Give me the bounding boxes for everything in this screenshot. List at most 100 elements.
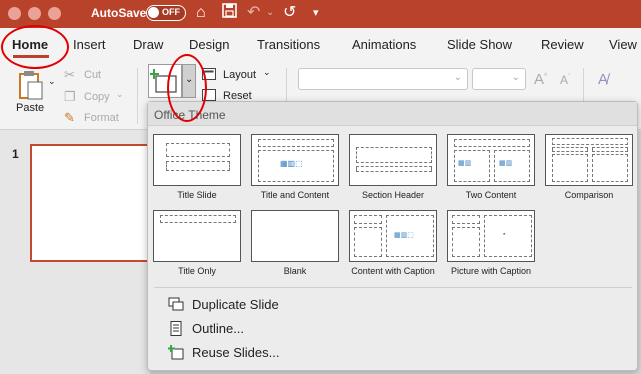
format-painter-button[interactable]: ✎ Format xyxy=(64,110,130,126)
copy-icon: ❐ xyxy=(64,89,76,104)
layout-caption: Title Only xyxy=(178,266,216,276)
close-window-button[interactable] xyxy=(8,7,21,20)
cut-button[interactable]: ✂ Cut xyxy=(64,67,124,83)
text-placeholder xyxy=(354,227,382,257)
font-size-dropdown[interactable]: ⌄ xyxy=(472,68,526,90)
ribbon-tabs: Home Insert Draw Design Transitions Anim… xyxy=(0,28,641,60)
chevron-down-icon: ⌄ xyxy=(263,67,271,77)
layout-comparison[interactable] xyxy=(545,134,633,186)
paste-icon xyxy=(19,71,43,100)
menu-item-label: Outline... xyxy=(192,321,245,336)
slide-number: 1 xyxy=(12,147,19,161)
increase-font-size-icon[interactable]: A^ xyxy=(534,71,547,88)
paintbrush-icon: ✎ xyxy=(64,110,75,125)
font-name-dropdown[interactable]: ⌄ xyxy=(298,68,468,90)
annotation-circle-home-tab xyxy=(1,25,69,69)
content-icons: ▦▥⬚ xyxy=(394,232,414,239)
layout-blank[interactable] xyxy=(251,210,339,262)
zoom-window-button[interactable] xyxy=(48,7,61,20)
title-placeholder xyxy=(166,143,230,157)
save-icon[interactable] xyxy=(222,3,237,24)
layout-title-and-content[interactable]: ▦▥⬚ xyxy=(251,134,339,186)
layout-title-only[interactable] xyxy=(153,210,241,262)
gallery-divider xyxy=(154,287,632,288)
copy-button[interactable]: ❐ Copy ⌄ xyxy=(64,89,130,105)
undo-icon[interactable]: ↶ xyxy=(247,3,260,23)
picture-icon: ▪ xyxy=(503,231,506,238)
layout-caption: Section Header xyxy=(361,190,425,200)
title-placeholder xyxy=(258,139,334,147)
customize-toolbar-icon[interactable]: ▾ xyxy=(313,3,319,23)
layout-caption: Two Content xyxy=(465,190,517,200)
heading-placeholder-left xyxy=(552,147,588,152)
scissors-icon: ✂ xyxy=(64,67,75,82)
menu-item-label: Duplicate Slide xyxy=(192,297,279,312)
autosave-toggle[interactable]: OFF xyxy=(146,5,186,21)
title-placeholder xyxy=(354,215,382,224)
layout-content-with-caption[interactable]: ▦▥⬚ xyxy=(349,210,437,262)
chevron-down-icon: ⌄ xyxy=(116,89,124,99)
subtitle-placeholder xyxy=(166,161,230,171)
clear-formatting-icon[interactable]: A̸ xyxy=(598,71,608,88)
chevron-down-icon: ⌄ xyxy=(511,72,520,83)
new-slide-gallery: Office Theme Title Slide ▦▥⬚ Title and C… xyxy=(147,101,638,371)
menu-item-label: Reuse Slides... xyxy=(192,345,280,360)
title-placeholder xyxy=(552,138,628,145)
home-icon[interactable]: ⌂ xyxy=(196,3,206,23)
content-icons: ▦▥⬚ xyxy=(280,159,303,168)
title-placeholder xyxy=(454,139,530,147)
title-placeholder xyxy=(356,147,432,163)
duplicate-slide-icon xyxy=(168,297,184,311)
cut-label: Cut xyxy=(84,69,102,81)
decrease-font-size-icon[interactable]: Aˇ xyxy=(560,73,570,87)
tab-slide-show[interactable]: Slide Show xyxy=(447,37,512,52)
reuse-slides-icon xyxy=(168,345,184,360)
layout-caption: Content with Caption xyxy=(351,266,435,276)
layout-two-content[interactable]: ▦▥ ▦▥ xyxy=(447,134,535,186)
tab-review[interactable]: Review xyxy=(541,37,584,52)
tab-insert[interactable]: Insert xyxy=(73,37,106,52)
toggle-state: OFF xyxy=(162,7,180,17)
minimize-window-button[interactable] xyxy=(28,7,41,20)
content-icons: ▦▥ xyxy=(499,160,513,167)
layout-button[interactable]: Layout ⌄ xyxy=(202,67,274,83)
tab-draw[interactable]: Draw xyxy=(133,37,163,52)
tab-transitions[interactable]: Transitions xyxy=(257,37,320,52)
layout-section-header[interactable] xyxy=(349,134,437,186)
toggle-knob xyxy=(148,7,159,18)
chevron-down-icon: ⌄ xyxy=(453,72,462,83)
ribbon-divider xyxy=(137,68,138,124)
copy-label: Copy xyxy=(84,91,110,103)
paste-options-chevron-icon[interactable]: ⌄ xyxy=(48,76,56,87)
content-icons: ▦▥ xyxy=(458,160,472,167)
layout-title-slide[interactable] xyxy=(153,134,241,186)
content-placeholder-right xyxy=(592,154,628,182)
chevron-down-icon[interactable]: ⌄ xyxy=(266,3,274,23)
layout-caption: Title Slide xyxy=(177,190,217,200)
autosave-label: AutoSave xyxy=(91,6,147,20)
text-placeholder xyxy=(356,166,432,172)
tab-animations[interactable]: Animations xyxy=(352,37,416,52)
redo-icon[interactable]: ↺ xyxy=(283,3,296,23)
layout-caption: Picture with Caption xyxy=(450,266,532,276)
gallery-header: Office Theme xyxy=(148,102,637,126)
title-placeholder xyxy=(452,215,480,224)
layout-caption: Blank xyxy=(283,266,307,276)
paste-label: Paste xyxy=(16,102,45,114)
picture-placeholder xyxy=(484,215,532,257)
slide-thumbnail[interactable] xyxy=(30,144,158,262)
content-placeholder-left xyxy=(552,154,588,182)
tab-view[interactable]: View xyxy=(609,37,637,52)
heading-placeholder-right xyxy=(592,147,628,152)
layout-label: Layout xyxy=(223,69,257,81)
format-label: Format xyxy=(84,112,119,124)
layout-picture-with-caption[interactable]: ▪ xyxy=(447,210,535,262)
outline-icon xyxy=(170,321,182,336)
text-placeholder xyxy=(452,227,480,257)
title-bar: AutoSave OFF ⌂ ↶ ⌄ ↺ ▾ xyxy=(0,0,641,28)
tab-design[interactable]: Design xyxy=(189,37,229,52)
title-placeholder xyxy=(160,215,236,223)
layout-caption: Comparison xyxy=(564,190,614,200)
annotation-circle-new-slide-dropdown xyxy=(167,54,207,122)
layout-caption: Title and Content xyxy=(260,190,330,200)
